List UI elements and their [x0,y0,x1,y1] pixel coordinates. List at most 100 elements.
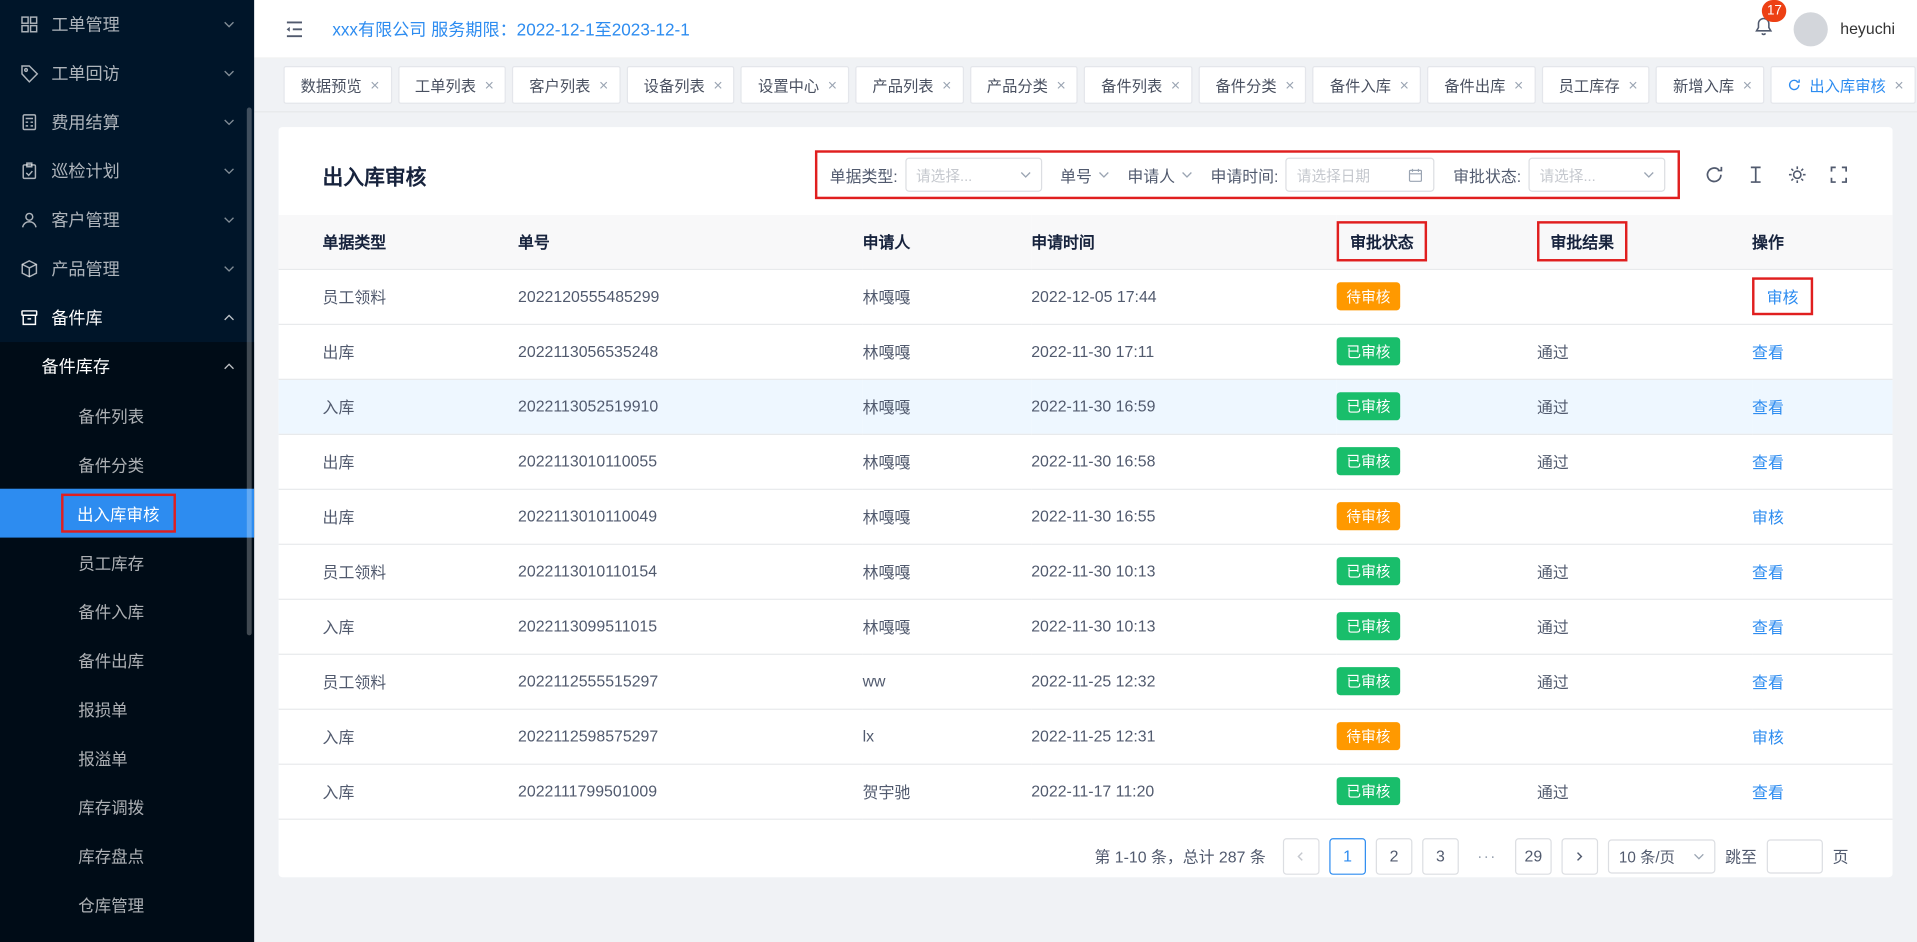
tab-close-icon[interactable]: × [942,77,951,93]
page-button[interactable]: 2 [1376,838,1413,875]
sidebar-item[interactable]: 备件列表 [0,391,254,440]
tab-close-icon[interactable]: × [1743,77,1752,93]
tab-close-icon[interactable]: × [713,77,722,93]
sidebar-item[interactable]: 备件出库 [0,635,254,684]
sidebar-item[interactable]: 费用结算 [0,98,254,147]
table-row[interactable]: 入库 2022112598575297 lx 2022-11-25 12:31 … [279,709,1893,764]
prev-page-button[interactable] [1283,838,1320,875]
tab-close-icon[interactable]: × [599,77,608,93]
tab-close-icon[interactable]: × [1514,77,1523,93]
apply-time-label: 申请时间: [1210,163,1278,186]
sidebar-item[interactable]: 报溢单 [0,733,254,782]
page-ellipsis[interactable]: ··· [1469,838,1506,875]
tab-close-icon[interactable]: × [828,77,837,93]
sidebar-item[interactable]: 库存调拨 [0,782,254,831]
sidebar-item[interactable]: 员工库存 [0,538,254,587]
row-action-link[interactable]: 审核 [1752,508,1784,526]
row-action-link[interactable]: 查看 [1752,398,1784,416]
tab-item[interactable]: 设置中心 × [741,66,849,104]
product-icon [20,259,40,279]
app-window: 工单管理 工单回访 费用结算 巡检计划 客户管理 产品管理 备件库 备件库存 备… [0,0,1917,942]
row-action-link[interactable]: 查看 [1752,618,1784,636]
sidebar-item[interactable]: 产品管理 [0,244,254,293]
tab-item[interactable]: 产品列表 × [855,66,963,104]
next-page-button[interactable] [1561,838,1598,875]
tab-item[interactable]: 数据预览 × [283,66,391,104]
table-row[interactable]: 员工领料 2022113010110154 林嘎嘎 2022-11-30 10:… [279,544,1893,599]
tab-item[interactable]: 备件列表 × [1084,66,1192,104]
chevron-down-icon [224,21,235,28]
sidebar-item[interactable]: 消耗统计 [0,929,254,942]
row-action-link[interactable]: 查看 [1752,673,1784,691]
approval-status-select[interactable]: 请选择... [1528,158,1665,192]
row-action-link[interactable]: 查看 [1752,343,1784,361]
tab-item[interactable]: 设备列表 × [627,66,735,104]
tab-item[interactable]: 备件出库 × [1427,66,1535,104]
sidebar-item[interactable]: 出入库审核 [0,489,254,538]
avatar[interactable] [1794,12,1828,46]
table-row[interactable]: 出库 2022113056535248 林嘎嘎 2022-11-30 17:11… [279,324,1893,379]
row-action-link[interactable]: 审核 [1752,728,1784,746]
fullscreen-icon[interactable] [1829,165,1849,185]
tab-item[interactable]: 工单列表 × [398,66,506,104]
chevron-down-icon [1693,852,1704,859]
refresh-icon[interactable] [1704,165,1724,185]
row-action-link[interactable]: 查看 [1752,783,1784,801]
status-badge: 已审核 [1337,337,1401,365]
row-height-icon[interactable] [1746,165,1766,185]
sidebar-item[interactable]: 客户管理 [0,195,254,244]
table-row[interactable]: 员工领料 2022112555515297 ww 2022-11-25 12:3… [279,654,1893,709]
sidebar-item[interactable]: 巡检计划 [0,147,254,196]
notification-button[interactable]: 17 [1746,10,1781,47]
tab-close-icon[interactable]: × [1171,77,1180,93]
tab-close-icon[interactable]: × [1400,77,1409,93]
sidebar-item[interactable]: 报损单 [0,684,254,733]
sidebar-item[interactable]: 工单管理 [0,0,254,49]
tab-item[interactable]: 备件分类 × [1198,66,1306,104]
tab-item[interactable]: 新增入库 × [1656,66,1764,104]
jump-page-input[interactable] [1767,839,1823,873]
tab-close-icon[interactable]: × [485,77,494,93]
menu-fold-icon[interactable] [283,18,305,40]
tab-close-icon[interactable]: × [1285,77,1294,93]
sidebar-scrollbar[interactable] [247,108,252,636]
sidebar-item[interactable]: 工单回访 [0,49,254,98]
gear-icon[interactable] [1787,165,1807,185]
row-action-link[interactable]: 查看 [1752,563,1784,581]
table-row[interactable]: 入库 2022113099511015 林嘎嘎 2022-11-30 10:13… [279,599,1893,654]
table-toolbar [1704,165,1848,185]
tab-item[interactable]: 备件入库 × [1313,66,1421,104]
tab-item[interactable]: 员工库存 × [1542,66,1650,104]
tab-item[interactable]: 客户列表 × [512,66,620,104]
sidebar-item[interactable]: 仓库管理 [0,880,254,929]
page-button[interactable]: 1 [1329,838,1366,875]
row-action-link[interactable]: 查看 [1752,453,1784,471]
table-row[interactable]: 出库 2022113010110049 林嘎嘎 2022-11-30 16:55… [279,489,1893,544]
tab-close-icon[interactable]: × [1056,77,1065,93]
revisit-icon [20,64,40,84]
sidebar-submenu-parent[interactable]: 备件库存 [0,342,254,391]
tab-item[interactable]: 出入库审核 × [1770,66,1916,104]
apply-time-date-input[interactable]: 请选择日期 [1286,158,1435,192]
order-no-filter[interactable]: 单号 [1060,163,1109,186]
chevron-down-icon [1643,171,1654,178]
table-row[interactable]: 入库 2022111799501009 贺宇驰 2022-11-17 11:20… [279,764,1893,819]
doc-type-select[interactable]: 请选择... [905,158,1042,192]
sidebar-item[interactable]: 库存盘点 [0,831,254,880]
page-button[interactable]: 3 [1422,838,1459,875]
sidebar-item[interactable]: 备件库 [0,293,254,342]
page-button[interactable]: 29 [1515,838,1552,875]
table-row[interactable]: 员工领料 2022120555485299 林嘎嘎 2022-12-05 17:… [279,269,1893,324]
sidebar-item[interactable]: 备件分类 [0,440,254,489]
audit-card: 出入库审核 单据类型: 请选择... 单号 [279,127,1893,877]
tab-close-icon[interactable]: × [1894,77,1903,93]
tab-close-icon[interactable]: × [1628,77,1637,93]
table-row[interactable]: 出库 2022113010110055 林嘎嘎 2022-11-30 16:58… [279,434,1893,489]
tab-close-icon[interactable]: × [370,77,379,93]
applicant-filter[interactable]: 申请人 [1127,163,1192,186]
table-row[interactable]: 入库 2022113052519910 林嘎嘎 2022-11-30 16:59… [279,379,1893,434]
sidebar-item[interactable]: 备件入库 [0,586,254,635]
tab-item[interactable]: 产品分类 × [970,66,1078,104]
page-size-select[interactable]: 10 条/页 [1608,839,1716,873]
row-action-link[interactable]: 审核 [1767,288,1799,306]
